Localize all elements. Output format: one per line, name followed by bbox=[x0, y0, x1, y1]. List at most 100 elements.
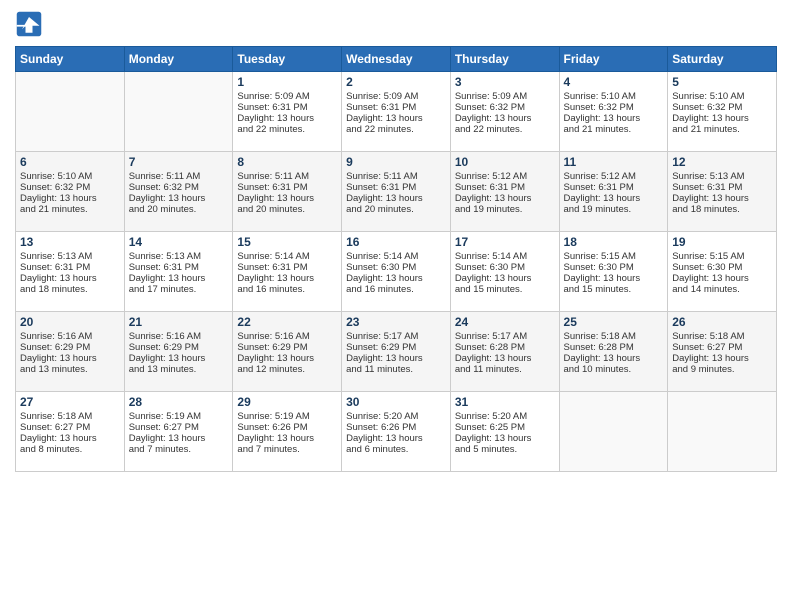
cell-content-line: Sunset: 6:30 PM bbox=[346, 262, 446, 273]
cell-content-line: Daylight: 13 hours bbox=[672, 193, 772, 204]
day-number: 11 bbox=[564, 155, 664, 169]
cell-content-line: Daylight: 13 hours bbox=[346, 273, 446, 284]
cell-content-line: and 5 minutes. bbox=[455, 444, 555, 455]
calendar-cell: 9Sunrise: 5:11 AMSunset: 6:31 PMDaylight… bbox=[342, 152, 451, 232]
cell-content-line: and 11 minutes. bbox=[455, 364, 555, 375]
cell-content-line: Daylight: 13 hours bbox=[346, 353, 446, 364]
day-number: 3 bbox=[455, 75, 555, 89]
cell-content-line: Sunset: 6:32 PM bbox=[564, 102, 664, 113]
calendar-cell: 16Sunrise: 5:14 AMSunset: 6:30 PMDayligh… bbox=[342, 232, 451, 312]
week-row-2: 6Sunrise: 5:10 AMSunset: 6:32 PMDaylight… bbox=[16, 152, 777, 232]
week-row-1: 1Sunrise: 5:09 AMSunset: 6:31 PMDaylight… bbox=[16, 72, 777, 152]
day-number: 14 bbox=[129, 235, 229, 249]
calendar-cell: 15Sunrise: 5:14 AMSunset: 6:31 PMDayligh… bbox=[233, 232, 342, 312]
cell-content-line: Daylight: 13 hours bbox=[129, 433, 229, 444]
cell-content-line: Daylight: 13 hours bbox=[455, 273, 555, 284]
day-number: 12 bbox=[672, 155, 772, 169]
cell-content-line: Sunrise: 5:16 AM bbox=[129, 331, 229, 342]
cell-content-line: Sunset: 6:32 PM bbox=[455, 102, 555, 113]
calendar-cell bbox=[668, 392, 777, 472]
cell-content-line: Sunrise: 5:13 AM bbox=[672, 171, 772, 182]
weekday-header-monday: Monday bbox=[124, 47, 233, 72]
cell-content-line: Daylight: 13 hours bbox=[455, 113, 555, 124]
cell-content-line: Sunrise: 5:10 AM bbox=[564, 91, 664, 102]
week-row-3: 13Sunrise: 5:13 AMSunset: 6:31 PMDayligh… bbox=[16, 232, 777, 312]
day-number: 25 bbox=[564, 315, 664, 329]
day-number: 6 bbox=[20, 155, 120, 169]
cell-content-line: Daylight: 13 hours bbox=[455, 353, 555, 364]
day-number: 29 bbox=[237, 395, 337, 409]
cell-content-line: and 19 minutes. bbox=[455, 204, 555, 215]
cell-content-line: Sunset: 6:31 PM bbox=[237, 102, 337, 113]
cell-content-line: and 9 minutes. bbox=[672, 364, 772, 375]
cell-content-line: Sunset: 6:27 PM bbox=[129, 422, 229, 433]
cell-content-line: Sunrise: 5:15 AM bbox=[564, 251, 664, 262]
calendar-cell: 12Sunrise: 5:13 AMSunset: 6:31 PMDayligh… bbox=[668, 152, 777, 232]
cell-content-line: Sunset: 6:31 PM bbox=[129, 262, 229, 273]
cell-content-line: Sunrise: 5:09 AM bbox=[346, 91, 446, 102]
cell-content-line: Sunset: 6:29 PM bbox=[129, 342, 229, 353]
cell-content-line: and 21 minutes. bbox=[564, 124, 664, 135]
cell-content-line: Sunset: 6:25 PM bbox=[455, 422, 555, 433]
cell-content-line: Daylight: 13 hours bbox=[346, 433, 446, 444]
calendar-cell: 28Sunrise: 5:19 AMSunset: 6:27 PMDayligh… bbox=[124, 392, 233, 472]
day-number: 4 bbox=[564, 75, 664, 89]
cell-content-line: and 20 minutes. bbox=[129, 204, 229, 215]
day-number: 26 bbox=[672, 315, 772, 329]
cell-content-line: Sunrise: 5:20 AM bbox=[455, 411, 555, 422]
weekday-header-saturday: Saturday bbox=[668, 47, 777, 72]
cell-content-line: Daylight: 13 hours bbox=[564, 113, 664, 124]
cell-content-line: Sunrise: 5:13 AM bbox=[20, 251, 120, 262]
cell-content-line: Sunrise: 5:20 AM bbox=[346, 411, 446, 422]
calendar-table: SundayMondayTuesdayWednesdayThursdayFrid… bbox=[15, 46, 777, 472]
calendar-cell: 18Sunrise: 5:15 AMSunset: 6:30 PMDayligh… bbox=[559, 232, 668, 312]
cell-content-line: Daylight: 13 hours bbox=[129, 273, 229, 284]
cell-content-line: Daylight: 13 hours bbox=[672, 353, 772, 364]
day-number: 2 bbox=[346, 75, 446, 89]
calendar-cell: 24Sunrise: 5:17 AMSunset: 6:28 PMDayligh… bbox=[450, 312, 559, 392]
cell-content-line: and 22 minutes. bbox=[455, 124, 555, 135]
cell-content-line: and 21 minutes. bbox=[20, 204, 120, 215]
cell-content-line: Sunrise: 5:18 AM bbox=[564, 331, 664, 342]
cell-content-line: Sunset: 6:29 PM bbox=[237, 342, 337, 353]
cell-content-line: and 7 minutes. bbox=[129, 444, 229, 455]
day-number: 22 bbox=[237, 315, 337, 329]
day-number: 17 bbox=[455, 235, 555, 249]
cell-content-line: Daylight: 13 hours bbox=[237, 193, 337, 204]
calendar-cell: 4 Sunrise: 5:10 AMSunset: 6:32 PMDaylight… bbox=[559, 72, 668, 152]
calendar-cell: 3Sunrise: 5:09 AMSunset: 6:32 PMDaylight… bbox=[450, 72, 559, 152]
cell-content-line: Sunset: 6:28 PM bbox=[455, 342, 555, 353]
cell-content-line: Sunset: 6:26 PM bbox=[346, 422, 446, 433]
cell-content-line: Sunrise: 5:12 AM bbox=[455, 171, 555, 182]
day-number: 31 bbox=[455, 395, 555, 409]
cell-content-line: Sunset: 6:32 PM bbox=[20, 182, 120, 193]
cell-content-line: and 6 minutes. bbox=[346, 444, 446, 455]
cell-content-line: and 15 minutes. bbox=[564, 284, 664, 295]
weekday-header-wednesday: Wednesday bbox=[342, 47, 451, 72]
cell-content-line: Daylight: 13 hours bbox=[564, 193, 664, 204]
cell-content-line: Sunset: 6:29 PM bbox=[346, 342, 446, 353]
calendar-cell: 6Sunrise: 5:10 AMSunset: 6:32 PMDaylight… bbox=[16, 152, 125, 232]
cell-content-line: and 22 minutes. bbox=[237, 124, 337, 135]
day-number: 23 bbox=[346, 315, 446, 329]
cell-content-line: Daylight: 13 hours bbox=[564, 353, 664, 364]
calendar-cell: 25Sunrise: 5:18 AMSunset: 6:28 PMDayligh… bbox=[559, 312, 668, 392]
cell-content-line: and 19 minutes. bbox=[564, 204, 664, 215]
cell-content-line: Sunrise: 5:17 AM bbox=[346, 331, 446, 342]
cell-content-line: Daylight: 13 hours bbox=[20, 433, 120, 444]
cell-content-line: Sunset: 6:30 PM bbox=[455, 262, 555, 273]
cell-content-line: and 13 minutes. bbox=[129, 364, 229, 375]
cell-content-line: Sunrise: 5:11 AM bbox=[346, 171, 446, 182]
day-number: 15 bbox=[237, 235, 337, 249]
cell-content-line: Sunset: 6:31 PM bbox=[346, 182, 446, 193]
day-number: 24 bbox=[455, 315, 555, 329]
cell-content-line: Sunset: 6:31 PM bbox=[455, 182, 555, 193]
calendar-cell: 13Sunrise: 5:13 AMSunset: 6:31 PMDayligh… bbox=[16, 232, 125, 312]
page: SundayMondayTuesdayWednesdayThursdayFrid… bbox=[0, 0, 792, 612]
calendar-cell: 22Sunrise: 5:16 AMSunset: 6:29 PMDayligh… bbox=[233, 312, 342, 392]
day-number: 21 bbox=[129, 315, 229, 329]
cell-content-line: Sunset: 6:26 PM bbox=[237, 422, 337, 433]
cell-content-line: Sunrise: 5:19 AM bbox=[237, 411, 337, 422]
logo-icon bbox=[15, 10, 43, 38]
calendar-cell: 2Sunrise: 5:09 AMSunset: 6:31 PMDaylight… bbox=[342, 72, 451, 152]
